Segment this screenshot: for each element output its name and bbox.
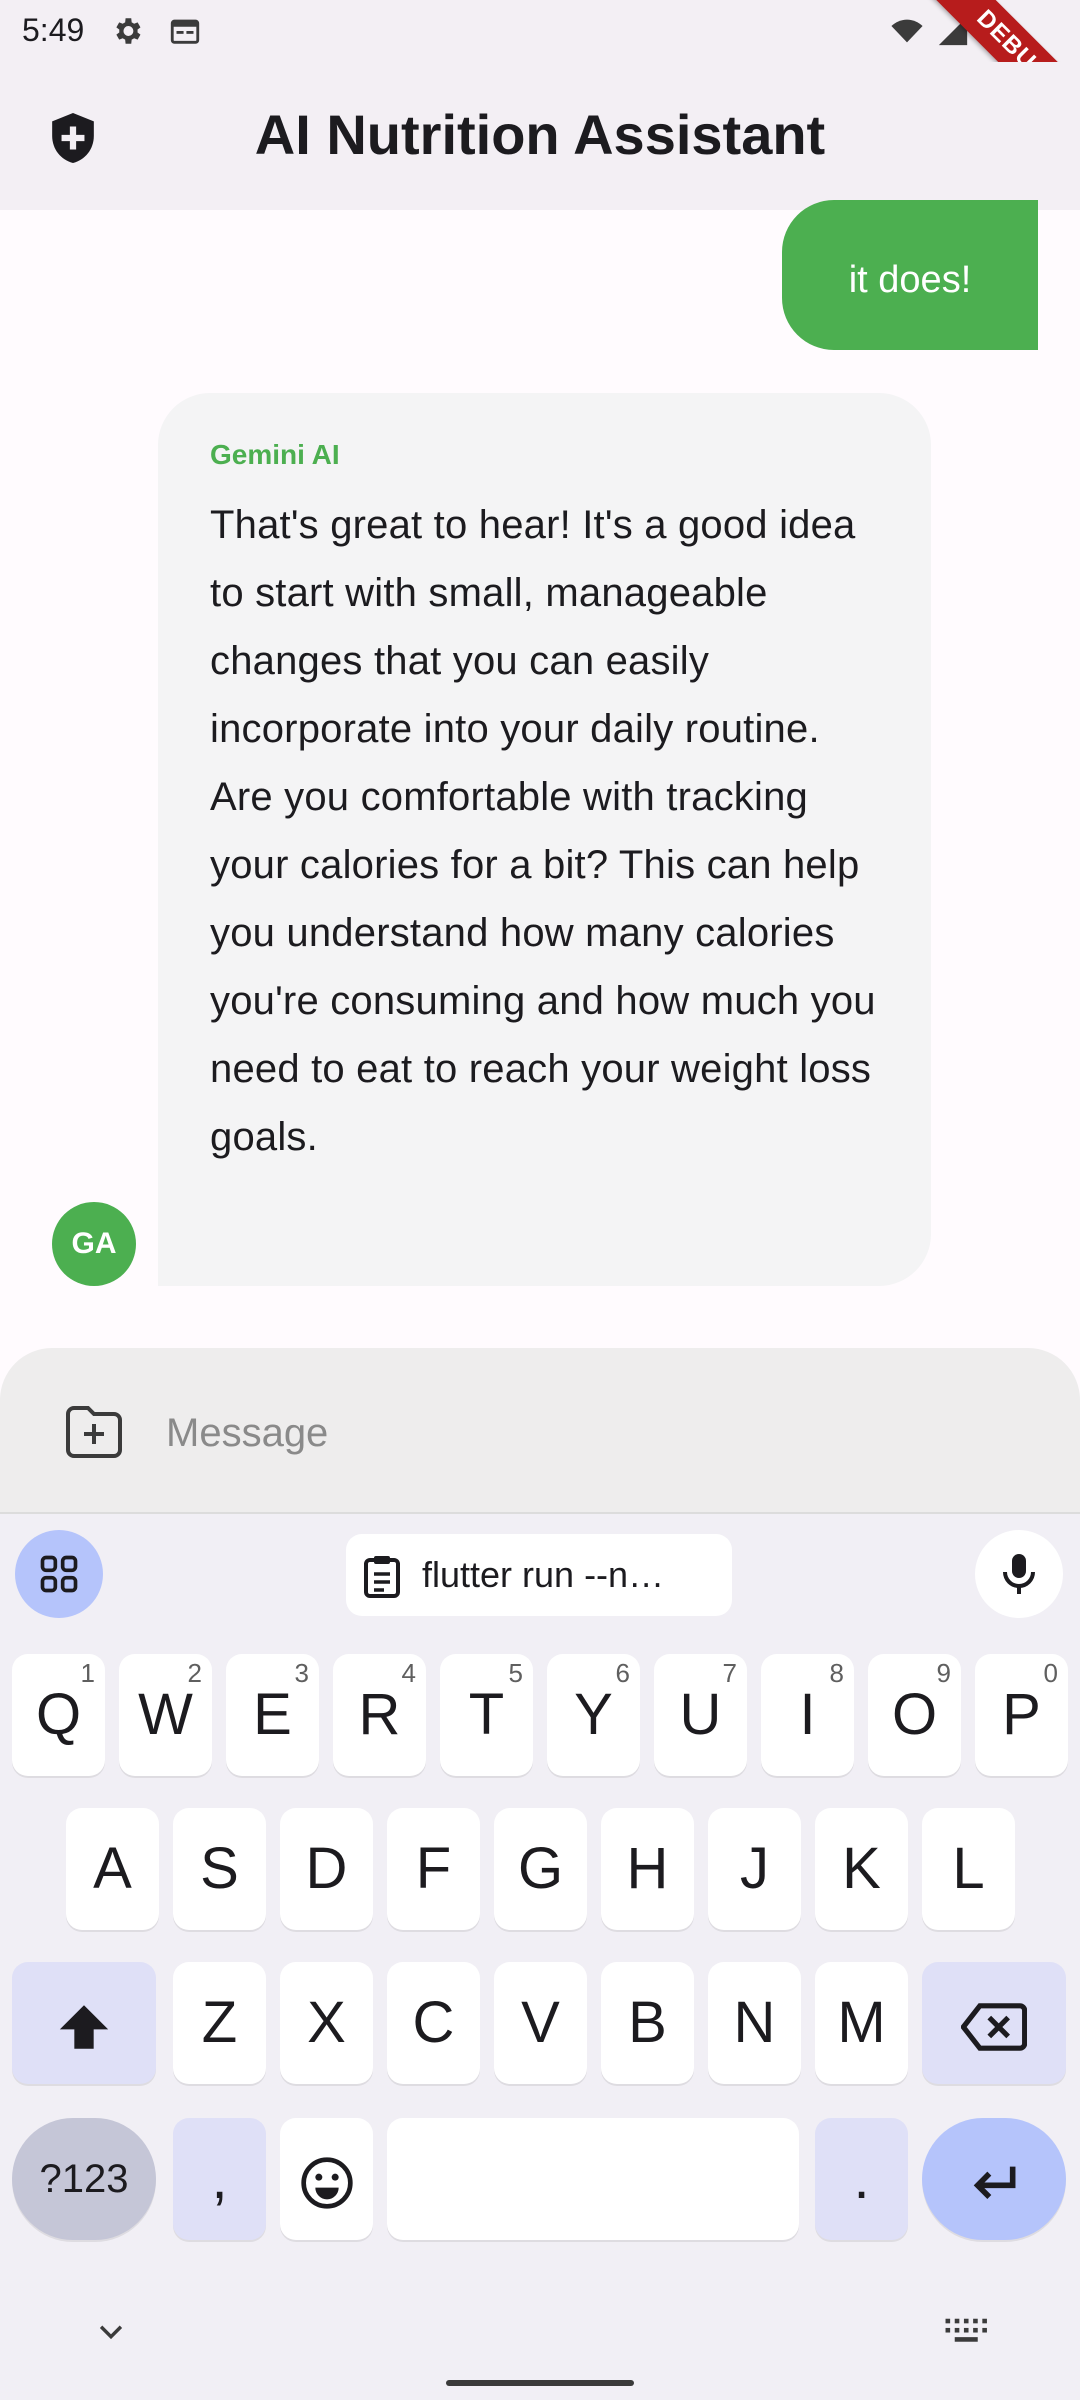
clipboard-suggestion-chip[interactable]: flutter run --n… bbox=[346, 1534, 732, 1616]
emoji-icon bbox=[300, 2157, 353, 2209]
key-x[interactable]: X bbox=[280, 1962, 373, 2084]
period-key[interactable]: . bbox=[815, 2118, 908, 2240]
on-screen-keyboard: flutter run --n… Q1 W2 E3 R4 T5 Y6 U7 I8… bbox=[0, 1514, 1080, 2400]
key-l[interactable]: L bbox=[922, 1808, 1015, 1930]
comma-key[interactable]: , bbox=[173, 2118, 266, 2240]
clipboard-icon bbox=[364, 1556, 400, 1598]
key-j[interactable]: J bbox=[708, 1808, 801, 1930]
chevron-down-icon[interactable] bbox=[94, 2314, 128, 2348]
key-c[interactable]: C bbox=[387, 1962, 480, 2084]
microphone-icon bbox=[1003, 1554, 1035, 1594]
key-b[interactable]: B bbox=[601, 1962, 694, 2084]
message-composer bbox=[0, 1348, 1080, 1514]
key-m[interactable]: M bbox=[815, 1962, 908, 2084]
wifi-icon bbox=[891, 19, 923, 43]
keyboard-apps-button[interactable] bbox=[15, 1530, 103, 1618]
ai-message-bubble: Gemini AI That's great to hear! It's a g… bbox=[158, 393, 931, 1286]
folder-plus-icon[interactable] bbox=[62, 1402, 126, 1462]
clipboard-suggestion-text: flutter run --n… bbox=[422, 1554, 665, 1595]
key-s[interactable]: S bbox=[173, 1808, 266, 1930]
key-r[interactable]: R4 bbox=[333, 1654, 426, 1776]
avatar: GA bbox=[52, 1202, 136, 1286]
page-title: AI Nutrition Assistant bbox=[254, 103, 826, 166]
emoji-key[interactable] bbox=[280, 2118, 373, 2240]
grid-icon bbox=[40, 1555, 78, 1593]
ai-sender-name: Gemini AI bbox=[210, 439, 340, 470]
keyboard-icon[interactable] bbox=[944, 2314, 990, 2348]
voice-input-button[interactable] bbox=[975, 1530, 1063, 1618]
key-z[interactable]: Z bbox=[173, 1962, 266, 2084]
key-k[interactable]: K bbox=[815, 1808, 908, 1930]
key-h[interactable]: H bbox=[601, 1808, 694, 1930]
key-i[interactable]: I8 bbox=[761, 1654, 854, 1776]
enter-icon bbox=[973, 2166, 1016, 2199]
key-f[interactable]: F bbox=[387, 1808, 480, 1930]
message-input[interactable] bbox=[166, 1388, 1026, 1478]
user-message-bubble: it does! bbox=[782, 200, 1038, 350]
chat-list[interactable]: it does! Gemini AI That's great to hear!… bbox=[0, 200, 1080, 1350]
key-d[interactable]: D bbox=[280, 1808, 373, 1930]
key-p[interactable]: P0 bbox=[975, 1654, 1068, 1776]
key-y[interactable]: Y6 bbox=[547, 1654, 640, 1776]
status-time: 5:49 bbox=[22, 12, 85, 48]
key-n[interactable]: N bbox=[708, 1962, 801, 2084]
backspace-key[interactable] bbox=[922, 1962, 1066, 2084]
key-w[interactable]: W2 bbox=[119, 1654, 212, 1776]
calendar-icon bbox=[170, 19, 200, 44]
backspace-icon bbox=[960, 2002, 1028, 2051]
user-message-text: it does! bbox=[848, 259, 972, 301]
key-v[interactable]: V bbox=[494, 1962, 587, 2084]
key-q[interactable]: Q1 bbox=[12, 1654, 105, 1776]
key-u[interactable]: U7 bbox=[654, 1654, 747, 1776]
ai-message-text: That's great to hear! It's a good idea t… bbox=[210, 503, 876, 1159]
enter-key[interactable] bbox=[922, 2118, 1066, 2240]
key-g[interactable]: G bbox=[494, 1808, 587, 1930]
key-a[interactable]: A bbox=[66, 1808, 159, 1930]
gear-icon bbox=[116, 18, 141, 44]
shift-icon bbox=[59, 2004, 109, 2049]
shift-key[interactable] bbox=[12, 1962, 156, 2084]
key-t[interactable]: T5 bbox=[440, 1654, 533, 1776]
app-bar: AI Nutrition Assistant bbox=[0, 62, 1080, 210]
gesture-nav-handle[interactable] bbox=[446, 2380, 634, 2386]
key-e[interactable]: E3 bbox=[226, 1654, 319, 1776]
status-bar: 5:49 DEBUG bbox=[0, 0, 1080, 151]
space-key[interactable] bbox=[387, 2118, 799, 2240]
symbols-key[interactable]: ?123 bbox=[12, 2118, 156, 2240]
key-o[interactable]: O9 bbox=[868, 1654, 961, 1776]
